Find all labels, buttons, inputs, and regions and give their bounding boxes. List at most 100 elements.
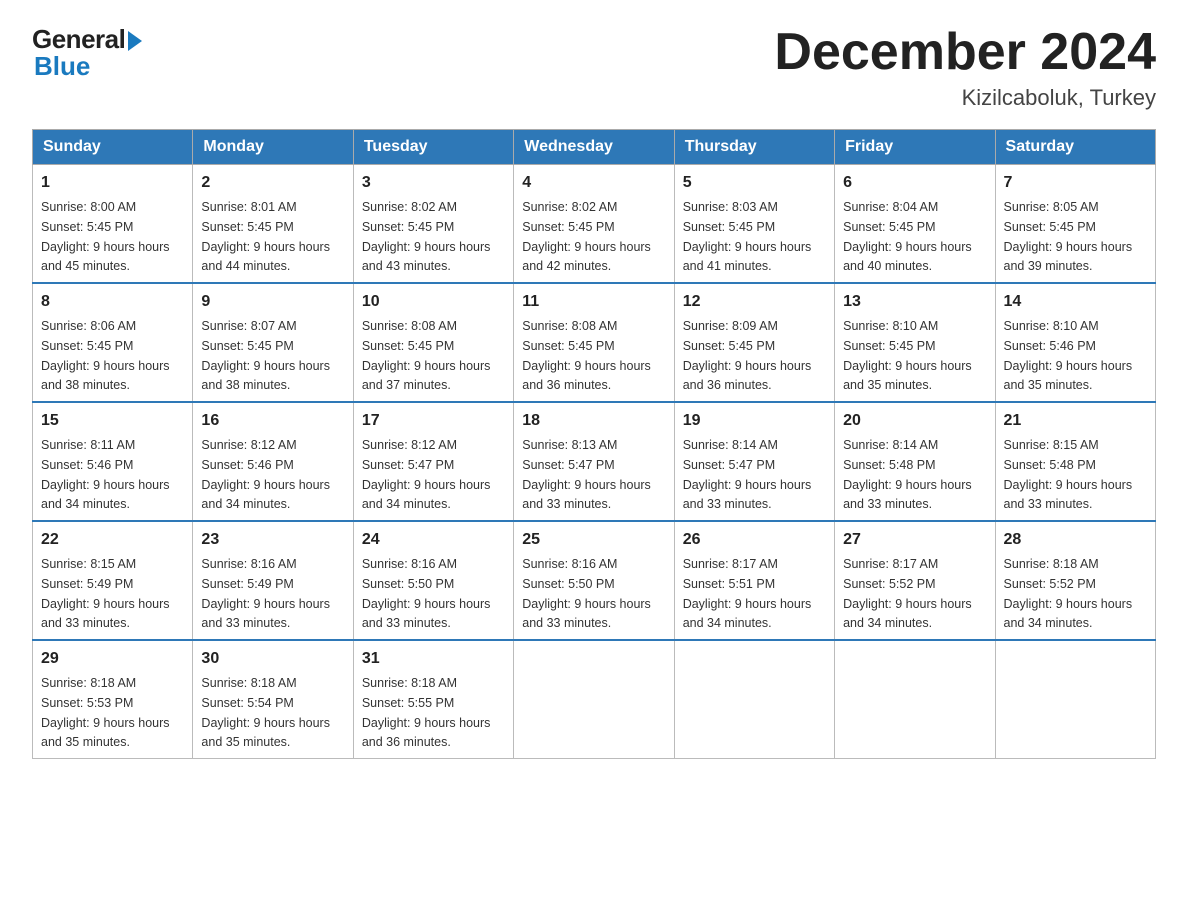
day-sunset: Sunset: 5:50 PM [522, 577, 614, 591]
table-row: 5 Sunrise: 8:03 AM Sunset: 5:45 PM Dayli… [674, 165, 834, 284]
day-number: 29 [41, 647, 184, 671]
day-sunrise: Sunrise: 8:07 AM [201, 319, 296, 333]
calendar-week-row: 8 Sunrise: 8:06 AM Sunset: 5:45 PM Dayli… [33, 283, 1156, 402]
table-row: 22 Sunrise: 8:15 AM Sunset: 5:49 PM Dayl… [33, 521, 193, 640]
day-sunset: Sunset: 5:45 PM [41, 220, 133, 234]
table-row: 12 Sunrise: 8:09 AM Sunset: 5:45 PM Dayl… [674, 283, 834, 402]
table-row: 30 Sunrise: 8:18 AM Sunset: 5:54 PM Dayl… [193, 640, 353, 759]
day-sunset: Sunset: 5:52 PM [1004, 577, 1096, 591]
day-sunset: Sunset: 5:45 PM [1004, 220, 1096, 234]
day-number: 13 [843, 290, 986, 314]
month-title: December 2024 [774, 24, 1156, 81]
day-daylight: Daylight: 9 hours hours [843, 597, 972, 611]
table-row: 25 Sunrise: 8:16 AM Sunset: 5:50 PM Dayl… [514, 521, 674, 640]
day-sunset: Sunset: 5:45 PM [362, 220, 454, 234]
day-sunrise: Sunrise: 8:06 AM [41, 319, 136, 333]
day-daylight: Daylight: 9 hours hours [683, 359, 812, 373]
col-sunday: Sunday [33, 130, 193, 165]
day-sunset: Sunset: 5:45 PM [843, 220, 935, 234]
day-daylight-min: and 35 minutes. [843, 378, 932, 392]
day-daylight-min: and 34 minutes. [843, 616, 932, 630]
day-daylight-min: and 39 minutes. [1004, 259, 1093, 273]
day-number: 19 [683, 409, 826, 433]
day-daylight: Daylight: 9 hours hours [843, 359, 972, 373]
day-sunset: Sunset: 5:45 PM [201, 339, 293, 353]
day-number: 25 [522, 528, 665, 552]
table-row: 9 Sunrise: 8:07 AM Sunset: 5:45 PM Dayli… [193, 283, 353, 402]
day-number: 3 [362, 171, 505, 195]
table-row [835, 640, 995, 759]
day-daylight-min: and 34 minutes. [362, 497, 451, 511]
day-daylight-min: and 38 minutes. [41, 378, 130, 392]
table-row: 14 Sunrise: 8:10 AM Sunset: 5:46 PM Dayl… [995, 283, 1155, 402]
col-friday: Friday [835, 130, 995, 165]
day-number: 15 [41, 409, 184, 433]
day-daylight-min: and 34 minutes. [683, 616, 772, 630]
day-sunrise: Sunrise: 8:18 AM [41, 676, 136, 690]
day-sunset: Sunset: 5:46 PM [201, 458, 293, 472]
day-number: 11 [522, 290, 665, 314]
day-daylight: Daylight: 9 hours hours [362, 478, 491, 492]
day-sunrise: Sunrise: 8:02 AM [522, 200, 617, 214]
day-daylight: Daylight: 9 hours hours [1004, 240, 1133, 254]
day-number: 14 [1004, 290, 1147, 314]
day-sunrise: Sunrise: 8:15 AM [41, 557, 136, 571]
day-daylight: Daylight: 9 hours hours [522, 359, 651, 373]
day-daylight-min: and 33 minutes. [201, 616, 290, 630]
table-row: 13 Sunrise: 8:10 AM Sunset: 5:45 PM Dayl… [835, 283, 995, 402]
day-sunset: Sunset: 5:47 PM [362, 458, 454, 472]
day-sunrise: Sunrise: 8:13 AM [522, 438, 617, 452]
day-daylight-min: and 43 minutes. [362, 259, 451, 273]
table-row: 7 Sunrise: 8:05 AM Sunset: 5:45 PM Dayli… [995, 165, 1155, 284]
day-daylight-min: and 42 minutes. [522, 259, 611, 273]
table-row: 26 Sunrise: 8:17 AM Sunset: 5:51 PM Dayl… [674, 521, 834, 640]
day-daylight-min: and 33 minutes. [41, 616, 130, 630]
day-daylight: Daylight: 9 hours hours [683, 240, 812, 254]
day-sunrise: Sunrise: 8:18 AM [362, 676, 457, 690]
day-daylight: Daylight: 9 hours hours [1004, 359, 1133, 373]
day-daylight-min: and 36 minutes. [522, 378, 611, 392]
logo-arrow-icon [128, 31, 142, 51]
day-daylight: Daylight: 9 hours hours [522, 478, 651, 492]
table-row [995, 640, 1155, 759]
day-sunset: Sunset: 5:45 PM [201, 220, 293, 234]
day-number: 21 [1004, 409, 1147, 433]
day-sunset: Sunset: 5:45 PM [843, 339, 935, 353]
table-row [514, 640, 674, 759]
day-sunrise: Sunrise: 8:17 AM [843, 557, 938, 571]
table-row: 24 Sunrise: 8:16 AM Sunset: 5:50 PM Dayl… [353, 521, 513, 640]
day-daylight-min: and 33 minutes. [362, 616, 451, 630]
day-daylight-min: and 36 minutes. [683, 378, 772, 392]
col-wednesday: Wednesday [514, 130, 674, 165]
table-row: 1 Sunrise: 8:00 AM Sunset: 5:45 PM Dayli… [33, 165, 193, 284]
day-daylight-min: and 34 minutes. [41, 497, 130, 511]
table-row: 15 Sunrise: 8:11 AM Sunset: 5:46 PM Dayl… [33, 402, 193, 521]
day-sunrise: Sunrise: 8:12 AM [201, 438, 296, 452]
day-sunset: Sunset: 5:54 PM [201, 696, 293, 710]
day-number: 4 [522, 171, 665, 195]
day-sunset: Sunset: 5:53 PM [41, 696, 133, 710]
day-sunset: Sunset: 5:45 PM [683, 220, 775, 234]
day-daylight: Daylight: 9 hours hours [362, 597, 491, 611]
day-daylight: Daylight: 9 hours hours [683, 597, 812, 611]
table-row: 29 Sunrise: 8:18 AM Sunset: 5:53 PM Dayl… [33, 640, 193, 759]
day-daylight: Daylight: 9 hours hours [843, 240, 972, 254]
day-sunset: Sunset: 5:47 PM [522, 458, 614, 472]
day-daylight-min: and 36 minutes. [362, 735, 451, 749]
day-sunset: Sunset: 5:45 PM [41, 339, 133, 353]
day-daylight: Daylight: 9 hours hours [843, 478, 972, 492]
day-number: 31 [362, 647, 505, 671]
day-daylight-min: and 35 minutes. [201, 735, 290, 749]
day-daylight: Daylight: 9 hours hours [683, 478, 812, 492]
day-sunrise: Sunrise: 8:16 AM [362, 557, 457, 571]
day-daylight: Daylight: 9 hours hours [41, 716, 170, 730]
day-daylight: Daylight: 9 hours hours [201, 359, 330, 373]
day-number: 2 [201, 171, 344, 195]
day-number: 17 [362, 409, 505, 433]
day-sunrise: Sunrise: 8:10 AM [1004, 319, 1099, 333]
location-text: Kizilcaboluk, Turkey [774, 85, 1156, 111]
day-daylight: Daylight: 9 hours hours [41, 597, 170, 611]
day-number: 18 [522, 409, 665, 433]
day-daylight-min: and 35 minutes. [1004, 378, 1093, 392]
calendar-week-row: 29 Sunrise: 8:18 AM Sunset: 5:53 PM Dayl… [33, 640, 1156, 759]
